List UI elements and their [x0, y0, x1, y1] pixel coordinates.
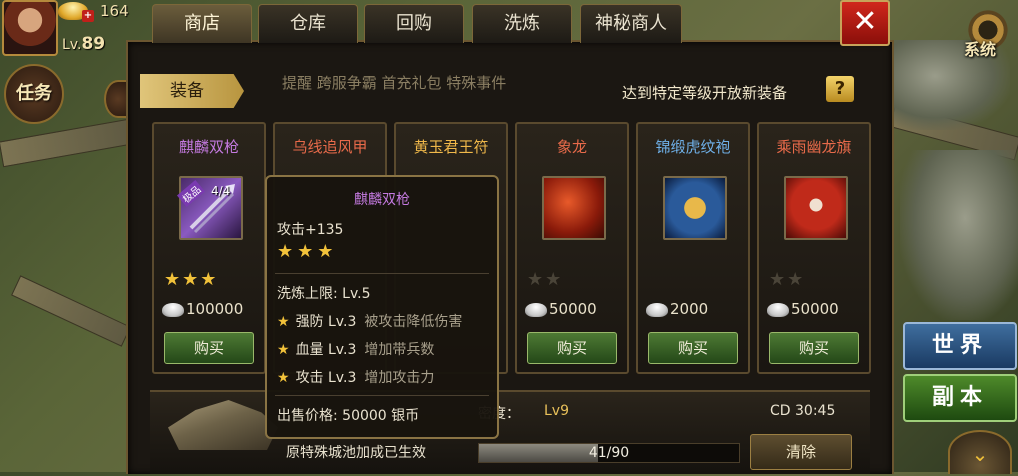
tooltip-attr-row: ★ 攻击 Lv.3 增加攻击力 — [277, 367, 434, 387]
silver-ingot-icon — [525, 302, 547, 317]
silver-ingot-icon — [767, 302, 789, 317]
star-icon: ★ — [545, 269, 564, 290]
tab-shop[interactable]: 商店 — [152, 4, 252, 43]
silver-ingot-icon — [162, 302, 184, 317]
dungeon-button[interactable]: 副本 — [903, 374, 1017, 422]
attr-name: 强防 Lv.3 — [295, 314, 357, 330]
buy-button[interactable]: 购买 — [769, 332, 859, 364]
item-price: 2000 — [670, 300, 709, 318]
tooltip-stars: ★★★ — [277, 241, 338, 262]
item-name: 乌线追风甲 — [292, 138, 368, 156]
price-row: 50000 — [525, 300, 621, 322]
star-icon: ★ — [277, 314, 290, 330]
tooltip-sell-price: 出售价格: 50000 银币 — [277, 408, 420, 424]
stack-count: 4/4 — [211, 184, 231, 198]
star-icon: ★ — [769, 269, 788, 290]
attr-name: 攻击 Lv.3 — [295, 370, 357, 386]
progress-text: 41/90 — [588, 445, 630, 461]
star-icon: ★ — [787, 269, 806, 290]
tooltip-title: 麒麟双枪 — [354, 192, 410, 208]
item-price: 100000 — [186, 300, 244, 318]
price-row: 100000 — [162, 300, 258, 322]
tooltip-refine-limit: 洗炼上限: Lv.5 — [277, 286, 371, 302]
density-value: Lv9 — [544, 403, 569, 419]
buy-button[interactable]: 购买 — [648, 332, 738, 364]
tab-mystery-merchant[interactable]: 神秘商人 — [580, 4, 682, 43]
item-card[interactable]: 锦缎虎纹袍 2000 购买 — [636, 122, 750, 374]
attr-desc: 增加带兵数 — [364, 342, 435, 358]
attr-desc: 增加攻击力 — [364, 370, 435, 386]
tab-warehouse[interactable]: 仓库 — [258, 4, 358, 43]
faded-notice-text: 提醒 跨服争霸 首充礼包 特殊事件 — [282, 74, 507, 92]
tooltip-attr-row: ★ 强防 Lv.3 被攻击降低伤害 — [277, 311, 462, 331]
level-value: 89 — [81, 34, 106, 54]
equipment-section-tab[interactable]: 装备 — [140, 74, 244, 108]
buy-button[interactable]: 购买 — [164, 332, 254, 364]
silver-ingot-icon — [646, 302, 668, 317]
star-icon: ★ — [527, 269, 546, 290]
star-icon: ★ — [200, 269, 219, 290]
add-gold-button[interactable]: + — [82, 10, 94, 22]
item-price: 50000 — [791, 300, 839, 318]
item-card[interactable]: 麒麟双枪 极品 4/4 ★★★ 100000 购买 — [152, 122, 266, 374]
progress-bar: 41/90 — [478, 443, 740, 463]
item-tooltip: 麒麟双枪 攻击+135 ★★★ 洗炼上限: Lv.5 ★ 强防 Lv.3 被攻击降低… — [265, 175, 499, 439]
system-label: 系统 — [964, 40, 997, 59]
player-level: Lv.89 — [62, 34, 105, 54]
star-icon: ★ — [277, 370, 290, 386]
tooltip-attr-row: ★ 血量 Lv.3 增加带兵数 — [277, 339, 434, 359]
star-icon: ★ — [182, 269, 201, 290]
clear-button[interactable]: 清除 — [750, 434, 852, 470]
map-mountain-right — [900, 150, 1018, 320]
player-avatar[interactable] — [2, 0, 58, 56]
unlock-notice: 达到特定等级开放新装备 — [622, 84, 788, 102]
attr-name: 血量 Lv.3 — [295, 342, 357, 358]
star-icon: ★ — [277, 342, 290, 358]
tooltip-divider — [275, 273, 489, 274]
star-rating: ★★ — [527, 269, 563, 290]
attr-desc: 被攻击降低伤害 — [364, 314, 463, 330]
banner-flag-icon — [784, 176, 848, 240]
robe-icon — [663, 176, 727, 240]
buy-button[interactable]: 购买 — [527, 332, 617, 364]
price-row: 2000 — [646, 300, 742, 322]
tooltip-divider — [275, 395, 489, 396]
star-icon: ★ — [164, 269, 183, 290]
item-name: 乘雨幽龙旗 — [776, 138, 852, 156]
map-wall-left-lower — [11, 275, 131, 347]
item-name: 麒麟双枪 — [178, 138, 239, 156]
dragon-horse-icon — [542, 176, 606, 240]
task-label: 任务 — [16, 83, 52, 104]
star-rating: ★★★ — [164, 269, 218, 290]
gold-amount: 164 — [100, 2, 129, 20]
spear-icon: 极品 4/4 — [176, 176, 243, 240]
level-prefix: Lv. — [62, 37, 82, 53]
cooldown-timer: CD 30:45 — [770, 403, 836, 419]
help-button[interactable]: ? — [826, 76, 854, 102]
tab-refine[interactable]: 洗炼 — [472, 4, 572, 43]
item-card[interactable]: 乘雨幽龙旗 ★★ 50000 购买 — [757, 122, 871, 374]
item-card[interactable]: 象龙 ★★ 50000 购买 — [515, 122, 629, 374]
close-button[interactable]: ✕ — [840, 0, 890, 46]
item-price: 50000 — [549, 300, 597, 318]
task-button[interactable]: 任务 — [4, 64, 64, 124]
bonus-effect-text: 原特殊城池加成已生效 — [286, 445, 426, 461]
tooltip-attack: 攻击+135 — [277, 222, 344, 238]
item-name: 黄玉君王符 — [413, 138, 489, 156]
tab-buyback[interactable]: 回购 — [364, 4, 464, 43]
world-button[interactable]: 世界 — [903, 322, 1017, 370]
price-row: 50000 — [767, 300, 863, 322]
item-name: 锦缎虎纹袍 — [655, 138, 731, 156]
star-rating: ★★ — [769, 269, 805, 290]
map-wall-left — [0, 118, 134, 168]
chevron-down-icon[interactable]: ⌄ — [948, 430, 1012, 474]
item-name: 象龙 — [556, 138, 587, 156]
